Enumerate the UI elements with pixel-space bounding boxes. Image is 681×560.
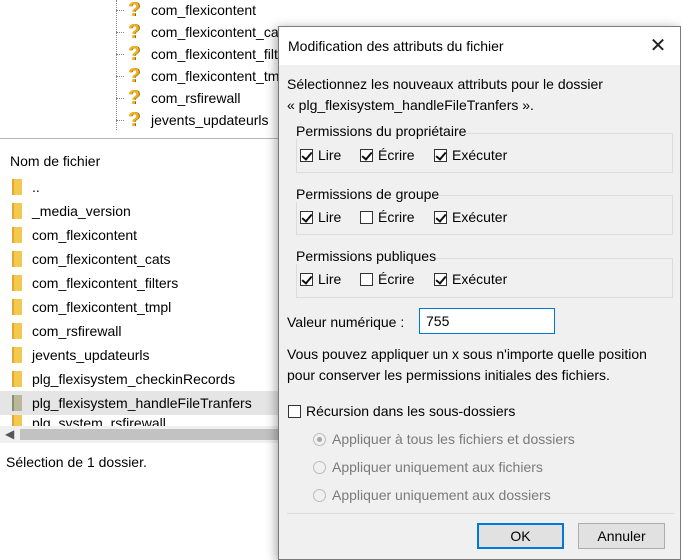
checkbox-box[interactable] <box>434 148 447 162</box>
column-header-filename[interactable]: Nom de fichier <box>10 153 100 169</box>
file-attributes-dialog: Modification des attributs du fichier ✕ … <box>278 26 681 560</box>
question-folder-icon: ? <box>127 21 141 43</box>
group-title: Permissions publiques <box>296 248 437 264</box>
dialog-title: Modification des attributs du fichier <box>288 38 504 54</box>
owner-execute-checkbox[interactable]: Exécuter <box>434 147 507 163</box>
folder-icon <box>12 395 22 411</box>
question-folder-icon: ? <box>127 87 141 109</box>
folder-icon <box>12 299 22 315</box>
owner-read-checkbox[interactable]: Lire <box>300 147 341 163</box>
checkbox-box[interactable] <box>300 272 313 286</box>
tree-item[interactable]: ? com_flexicontent <box>116 0 256 21</box>
group-title: Permissions du propriétaire <box>296 123 467 139</box>
tree-item[interactable]: ? com_flexicontent_filters <box>116 43 297 65</box>
checkbox-box[interactable] <box>434 210 447 224</box>
public-execute-checkbox[interactable]: Exécuter <box>434 271 507 287</box>
list-item[interactable]: jevents_updateurls <box>0 343 280 367</box>
question-folder-icon: ? <box>127 65 141 87</box>
dialog-title-bar[interactable]: Modification des attributs du fichier ✕ <box>279 27 680 65</box>
public-write-checkbox[interactable]: Écrire <box>360 271 415 287</box>
question-folder-icon: ? <box>127 109 141 131</box>
recursion-checkbox[interactable]: Récursion dans les sous-dossiers <box>288 403 515 419</box>
owner-write-checkbox[interactable]: Écrire <box>360 147 415 163</box>
dialog-separator <box>287 513 674 514</box>
group-write-checkbox[interactable]: Écrire <box>360 209 415 225</box>
list-item[interactable]: com_flexicontent_tmpl <box>0 295 280 319</box>
radio-button[interactable] <box>313 488 326 502</box>
folder-icon <box>12 323 22 339</box>
empty-pane <box>0 478 280 560</box>
checkbox-box[interactable] <box>360 148 373 162</box>
group-execute-checkbox[interactable]: Exécuter <box>434 209 507 225</box>
apply-all-radio[interactable]: Appliquer à tous les fichiers et dossier… <box>313 431 575 447</box>
radio-button[interactable] <box>313 460 326 474</box>
folder-icon <box>12 227 22 243</box>
status-bar-text: Sélection de 1 dossier. <box>6 454 147 470</box>
tree-item[interactable]: ? jevents_updateurls <box>116 109 269 131</box>
list-item[interactable]: com_flexicontent_cats <box>0 247 280 271</box>
public-read-checkbox[interactable]: Lire <box>300 271 341 287</box>
list-item[interactable]: _media_version <box>0 199 280 223</box>
checkbox-box[interactable] <box>434 272 447 286</box>
apply-folders-radio[interactable]: Appliquer uniquement aux dossiers <box>313 487 551 503</box>
numeric-value-input[interactable]: 755 <box>419 308 555 334</box>
close-icon[interactable]: ✕ <box>646 35 670 57</box>
list-item[interactable]: plg_flexisystem_checkinRecords <box>0 367 280 391</box>
dialog-description: Sélectionnez les nouveaux attributs pour… <box>287 76 603 113</box>
checkbox-box[interactable] <box>360 210 373 224</box>
tree-item[interactable]: ? com_flexicontent_tmpl <box>116 65 290 87</box>
list-item-selected[interactable]: plg_flexisystem_handleFileTranfers <box>0 391 280 415</box>
folder-icon <box>12 179 22 195</box>
checkbox-box[interactable] <box>300 210 313 224</box>
folder-icon <box>12 251 22 267</box>
folder-icon <box>12 275 22 291</box>
list-item[interactable]: com_rsfirewall <box>0 319 280 343</box>
tree-item[interactable]: ? com_rsfirewall <box>116 87 240 109</box>
folder-icon <box>12 371 22 387</box>
tree-item[interactable]: ? com_flexicontent_cats <box>116 21 290 43</box>
numeric-value-label: Valeur numérique : <box>287 314 405 330</box>
folder-icon <box>12 203 22 219</box>
radio-button[interactable] <box>313 432 326 446</box>
horizontal-scrollbar[interactable]: ◀ <box>0 426 280 443</box>
list-item[interactable]: com_flexicontent_filters <box>0 271 280 295</box>
scrollbar-thumb[interactable] <box>20 429 278 440</box>
scroll-left-icon[interactable]: ◀ <box>5 426 14 443</box>
list-item[interactable]: com_flexicontent <box>0 223 280 247</box>
list-item[interactable]: .. <box>0 175 280 199</box>
question-folder-icon: ? <box>127 0 141 21</box>
question-folder-icon: ? <box>127 43 141 65</box>
folder-icon <box>12 347 22 363</box>
group-read-checkbox[interactable]: Lire <box>300 209 341 225</box>
apply-files-radio[interactable]: Appliquer uniquement aux fichiers <box>313 459 543 475</box>
permissions-hint: Vous pouvez appliquer un x sous n'import… <box>287 346 647 383</box>
ok-button[interactable]: OK <box>477 523 564 549</box>
cancel-button[interactable]: Annuler <box>578 523 665 549</box>
group-title: Permissions de groupe <box>296 186 440 202</box>
checkbox-box[interactable] <box>288 404 301 418</box>
checkbox-box[interactable] <box>360 272 373 286</box>
checkbox-box[interactable] <box>300 148 313 162</box>
